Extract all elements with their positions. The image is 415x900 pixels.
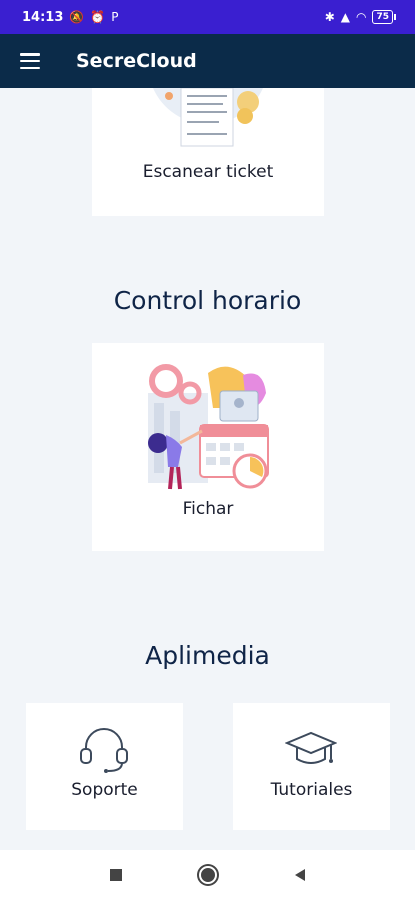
fichar-label: Fichar <box>182 499 234 519</box>
fichar-card[interactable]: Fichar <box>92 343 324 551</box>
section-title-control-horario: Control horario <box>113 286 302 315</box>
scan-ticket-label: Escanear ticket <box>142 162 274 182</box>
hamburger-icon[interactable] <box>20 53 40 69</box>
wifi-icon: ◠ <box>355 10 367 24</box>
square-icon[interactable] <box>105 864 127 886</box>
soporte-card[interactable]: Soporte <box>26 703 183 830</box>
app-bar: SecreCloud <box>0 34 415 88</box>
tutoriales-card[interactable]: Tutoriales <box>233 703 390 830</box>
section-title-aplimedia: Aplimedia <box>145 641 270 670</box>
app-title: SecreCloud <box>76 50 197 72</box>
system-nav-bar <box>0 850 415 900</box>
parking-app-icon: P <box>111 10 119 24</box>
soporte-label: Soporte <box>71 780 138 800</box>
status-bar: 14:13 🔕 ⏰ P ✱ ▲ ◠ 75 <box>0 0 415 34</box>
mute-notification-icon: 🔕 <box>69 10 85 24</box>
status-time: 14:13 <box>22 9 64 25</box>
tutoriales-label: Tutoriales <box>270 780 353 800</box>
receipt-illustration <box>153 88 263 147</box>
bluetooth-icon: ✱ <box>324 10 335 24</box>
alarm-icon: ⏰ <box>90 10 106 24</box>
time-tracking-illustration <box>148 364 269 490</box>
graduation-cap-icon <box>285 731 337 764</box>
circle-icon[interactable] <box>197 864 219 886</box>
scan-ticket-card[interactable]: Escanear ticket <box>92 88 324 216</box>
headset-icon <box>80 728 128 773</box>
signal-icon: ▲ <box>340 10 350 24</box>
battery-icon: 75 <box>372 10 396 24</box>
triangle-back-icon[interactable] <box>289 864 311 886</box>
